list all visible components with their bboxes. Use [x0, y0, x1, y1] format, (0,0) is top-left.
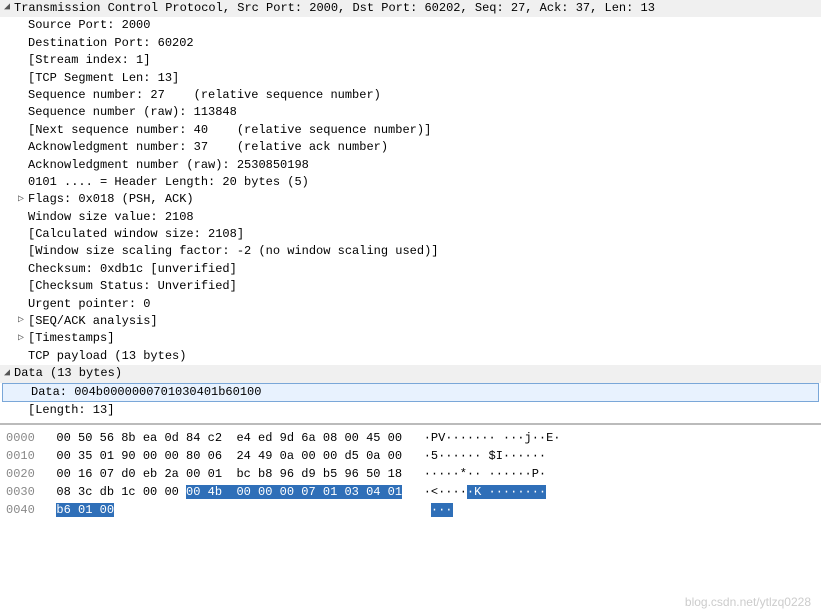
field-tcp-payload[interactable]: TCP payload (13 bytes) [0, 348, 821, 365]
field-dst-port[interactable]: Destination Port: 60202 [0, 35, 821, 52]
hex-offset: 0000 [6, 431, 35, 445]
hex-offset: 0040 [6, 503, 35, 517]
collapse-icon[interactable]: ▷ [18, 314, 28, 329]
hex-offset: 0010 [6, 449, 35, 463]
tcp-summary: Transmission Control Protocol, Src Port:… [14, 0, 655, 17]
field-ack[interactable]: Acknowledgment number: 37 (relative ack … [0, 139, 821, 156]
hex-dump-pane[interactable]: 0000 00 50 56 8b ea 0d 84 c2 e4 ed 9d 6a… [0, 423, 821, 519]
packet-details-pane[interactable]: ◢ Transmission Control Protocol, Src Por… [0, 0, 821, 419]
field-window-scale[interactable]: [Window size scaling factor: -2 (no wind… [0, 243, 821, 260]
field-segment-len[interactable]: [TCP Segment Len: 13] [0, 70, 821, 87]
field-calc-window[interactable]: [Calculated window size: 2108] [0, 226, 821, 243]
expand-icon[interactable]: ◢ [4, 367, 14, 382]
data-header-label: Data (13 bytes) [14, 365, 122, 382]
hex-row[interactable]: 0040 b6 01 00 ··· [0, 501, 821, 519]
hex-bytes: 00 35 01 90 00 00 80 06 24 49 0a 00 00 d… [56, 449, 402, 463]
tcp-header-row[interactable]: ◢ Transmission Control Protocol, Src Por… [0, 0, 821, 17]
hex-ascii-highlight: ··· [431, 503, 453, 517]
hex-ascii-plain: ·<···· [424, 485, 467, 499]
hex-offset: 0030 [6, 485, 35, 499]
field-header-length[interactable]: 0101 .... = Header Length: 20 bytes (5) [0, 174, 821, 191]
hex-bytes-highlight: 00 4b 00 00 00 07 01 03 04 01 [186, 485, 402, 499]
watermark-text: blog.csdn.net/ytlzq0228 [685, 594, 811, 611]
field-seq-raw[interactable]: Sequence number (raw): 113848 [0, 104, 821, 121]
field-window-size[interactable]: Window size value: 2108 [0, 209, 821, 226]
hex-bytes: 00 16 07 d0 eb 2a 00 01 bc b8 96 d9 b5 9… [56, 467, 402, 481]
data-header-row[interactable]: ◢ Data (13 bytes) [0, 365, 821, 382]
field-next-seq[interactable]: [Next sequence number: 40 (relative sequ… [0, 122, 821, 139]
field-checksum-status[interactable]: [Checksum Status: Unverified] [0, 278, 821, 295]
hex-bytes: 00 50 56 8b ea 0d 84 c2 e4 ed 9d 6a 08 0… [56, 431, 402, 445]
field-seq-ack-analysis[interactable]: ▷ [SEQ/ACK analysis] [0, 313, 821, 330]
hex-row[interactable]: 0000 00 50 56 8b ea 0d 84 c2 e4 ed 9d 6a… [0, 429, 821, 447]
field-urgent[interactable]: Urgent pointer: 0 [0, 296, 821, 313]
hex-row[interactable]: 0030 08 3c db 1c 00 00 00 4b 00 00 00 07… [0, 483, 821, 501]
collapse-icon[interactable]: ▷ [18, 193, 28, 208]
field-checksum[interactable]: Checksum: 0xdb1c [unverified] [0, 261, 821, 278]
hex-ascii: ·PV······· ···j··E· [424, 431, 561, 445]
field-data-length[interactable]: [Length: 13] [0, 402, 821, 419]
hex-row[interactable]: 0020 00 16 07 d0 eb 2a 00 01 bc b8 96 d9… [0, 465, 821, 483]
expand-icon[interactable]: ◢ [4, 1, 14, 16]
hex-offset: 0020 [6, 467, 35, 481]
field-data-bytes[interactable]: Data: 004b0000000701030401b60100 [2, 383, 819, 402]
field-flags[interactable]: ▷ Flags: 0x018 (PSH, ACK) [0, 191, 821, 208]
hex-row[interactable]: 0010 00 35 01 90 00 00 80 06 24 49 0a 00… [0, 447, 821, 465]
collapse-icon[interactable]: ▷ [18, 332, 28, 347]
field-ack-raw[interactable]: Acknowledgment number (raw): 2530850198 [0, 157, 821, 174]
hex-bytes-highlight: b6 01 00 [56, 503, 114, 517]
field-seq[interactable]: Sequence number: 27 (relative sequence n… [0, 87, 821, 104]
hex-ascii-highlight: ·K ········ [467, 485, 546, 499]
field-src-port[interactable]: Source Port: 2000 [0, 17, 821, 34]
hex-bytes-plain: 08 3c db 1c 00 00 [56, 485, 186, 499]
field-timestamps[interactable]: ▷ [Timestamps] [0, 330, 821, 347]
field-stream-index[interactable]: [Stream index: 1] [0, 52, 821, 69]
hex-ascii: ·5······ $I······ [424, 449, 546, 463]
hex-ascii: ·····*·· ······P· [424, 467, 546, 481]
